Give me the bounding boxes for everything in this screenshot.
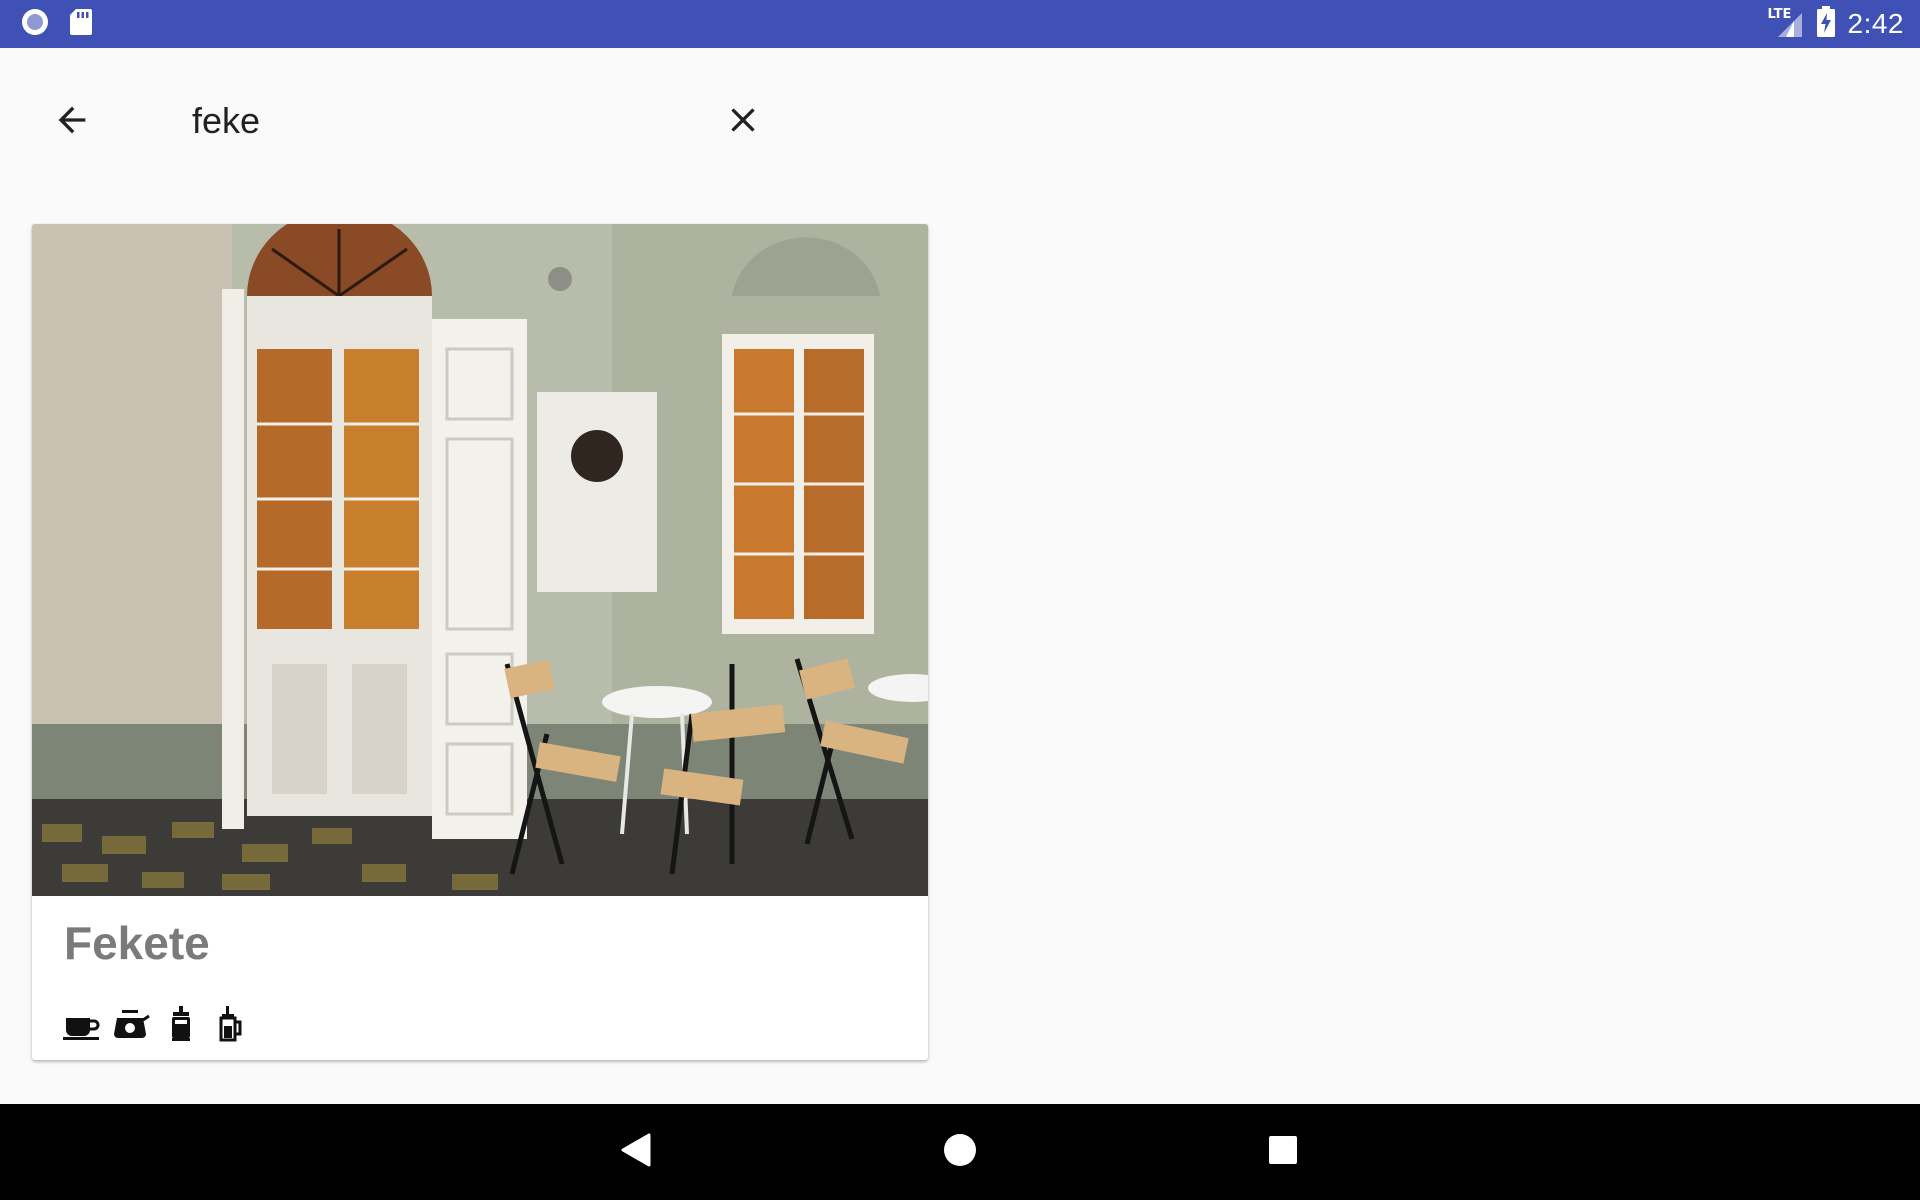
recents-square-icon	[1267, 1134, 1299, 1171]
circle-notification-icon	[20, 7, 50, 42]
search-toolbar	[0, 48, 1920, 176]
pour-over-kettle-icon	[112, 1006, 150, 1042]
french-press-icon	[162, 1006, 200, 1042]
status-right-icons: LTE 2:42	[1768, 0, 1905, 48]
cafe-result-card[interactable]: Fekete	[32, 224, 928, 1060]
nav-recents-button[interactable]	[1259, 1128, 1307, 1176]
brew-methods	[62, 1004, 250, 1044]
system-nav-bar	[0, 1104, 1920, 1200]
battery-charging-icon	[1816, 5, 1836, 43]
status-bar: LTE 2:42	[0, 0, 1920, 48]
back-button[interactable]	[40, 90, 104, 154]
cafe-name: Fekete	[64, 917, 210, 969]
espresso-cup-icon	[62, 1006, 100, 1042]
clear-search-button[interactable]	[711, 90, 775, 154]
cold-brew-icon	[212, 1006, 250, 1042]
back-triangle-icon	[619, 1131, 653, 1174]
nav-back-button[interactable]	[612, 1128, 660, 1176]
home-circle-icon	[943, 1133, 977, 1172]
nav-home-button[interactable]	[936, 1128, 984, 1176]
close-icon	[723, 100, 763, 145]
search-input[interactable]	[192, 88, 692, 154]
lte-signal-icon: LTE	[1768, 7, 1804, 39]
status-time: 2:42	[1847, 8, 1904, 39]
status-left-icons	[20, 7, 94, 42]
sd-card-icon	[68, 7, 94, 42]
cafe-storefront-photo	[32, 224, 928, 896]
arrow-back-icon	[52, 100, 92, 145]
